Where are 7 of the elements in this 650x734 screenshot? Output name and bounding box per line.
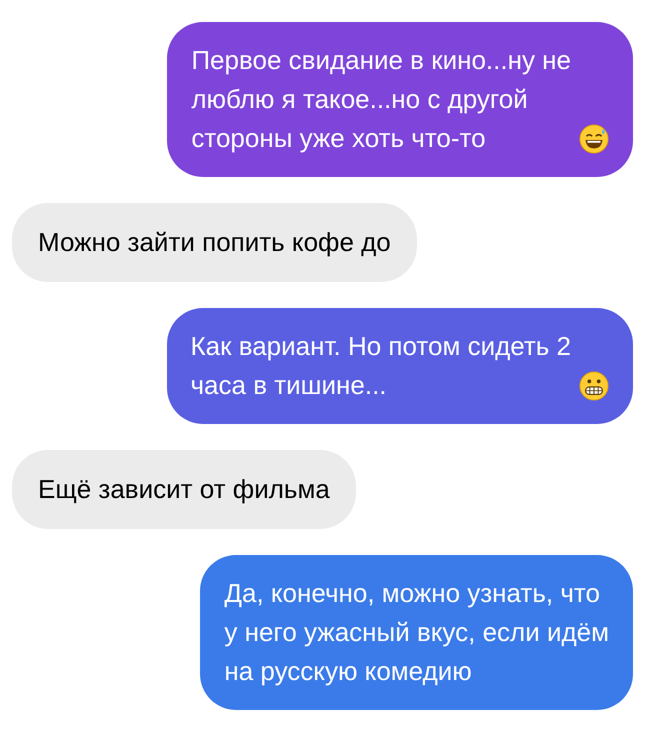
message-text: Да, конечно, можно узнать, что у него ужасный вкус, если идём на русскую комедию: [224, 577, 609, 688]
sweat-smile-icon: [579, 124, 609, 154]
message-text: Ещё зависит от фильма: [38, 473, 330, 506]
message-text: Можно зайти попить кофе до: [38, 226, 391, 259]
grimace-icon: [579, 371, 609, 401]
message-text: Как вариант. Но потом сидеть 2 часа в тишине...: [190, 330, 571, 402]
message-text: Первое свидание в кино...ну не люблю я такое...но с другой стороны уже хоть что-то: [191, 44, 571, 155]
